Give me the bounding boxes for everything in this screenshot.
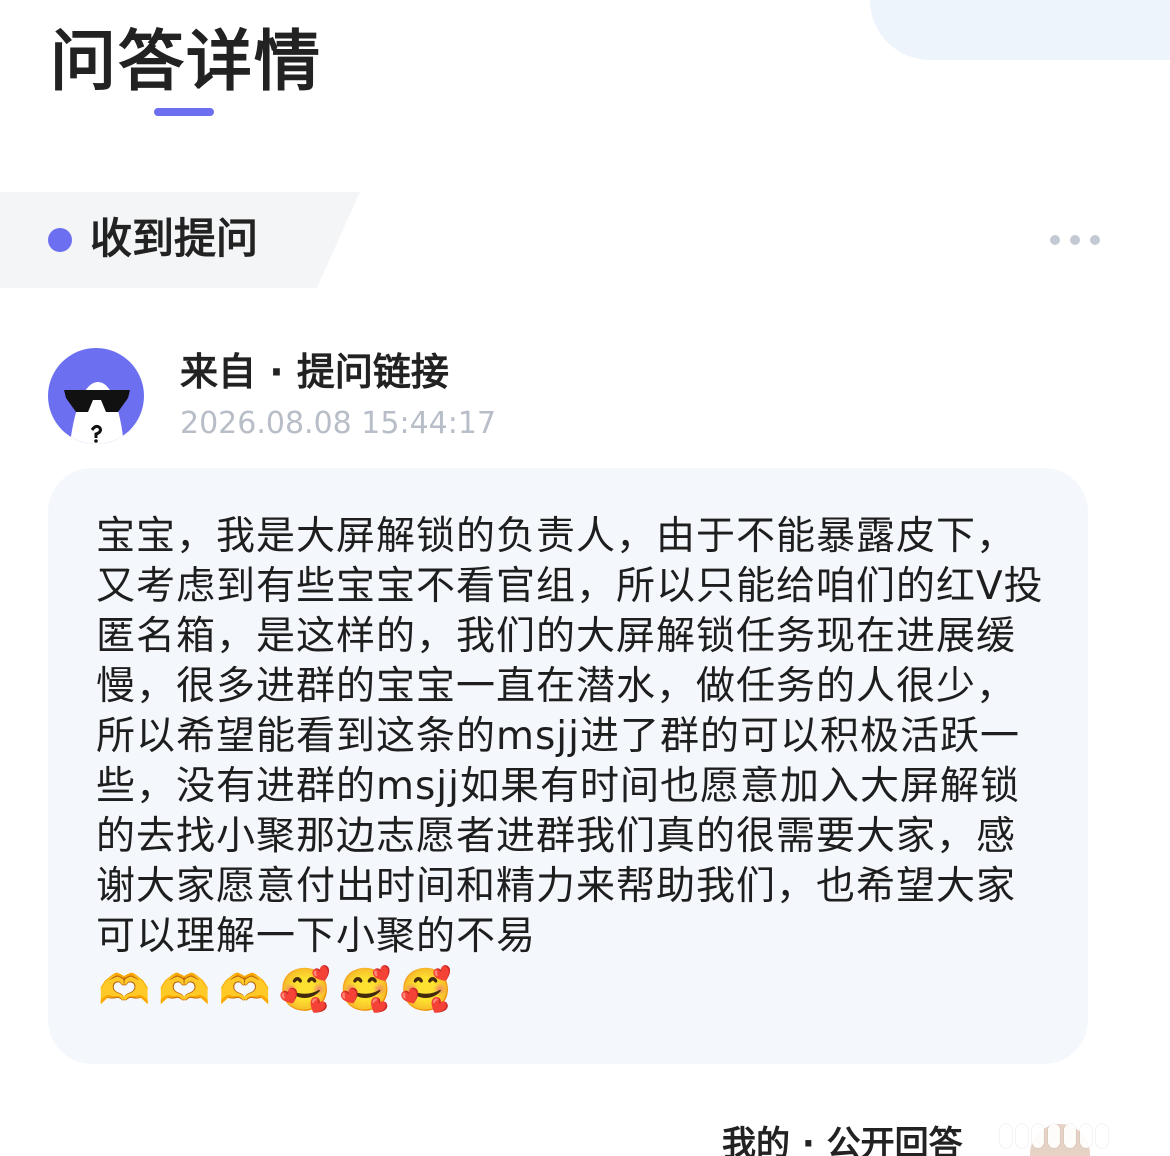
watermark-logo xyxy=(1000,1124,1108,1148)
section-dot-icon xyxy=(48,228,72,252)
emoji-row: 🫶 🫶 🫶 🥰 🥰 🥰 xyxy=(98,962,452,1018)
question-sender: 来自 · 提问链接 xyxy=(180,350,449,394)
question-content: 宝宝，我是大屏解锁的负责人，由于不能暴露皮下，又考虑到有些宝宝不看官组，所以只能… xyxy=(96,514,1044,959)
smiling-face-with-hearts-emoji: 🥰 xyxy=(339,965,392,1014)
heart-hands-emoji: 🫶 xyxy=(218,965,271,1014)
more-horizontal-icon-dot xyxy=(1090,235,1100,245)
avatar-illustration xyxy=(64,382,130,444)
title-underline xyxy=(154,108,214,116)
question-detail-page: 问答详情 收到提问 来自 · 提问链接 2026.08.08 15:44:17 … xyxy=(0,0,1170,1156)
question-timestamp: 2026.08.08 15:44:17 xyxy=(180,406,497,441)
more-options-button[interactable] xyxy=(1050,226,1100,254)
heart-hands-emoji: 🫶 xyxy=(158,965,211,1014)
more-horizontal-icon-dot xyxy=(1070,235,1080,245)
more-horizontal-icon xyxy=(1050,235,1060,245)
smiling-face-with-hearts-emoji: 🥰 xyxy=(399,965,452,1014)
smiling-face-with-hearts-emoji: 🥰 xyxy=(278,965,332,1014)
sunglasses-avatar-icon[interactable] xyxy=(48,348,144,444)
heart-hands-emoji: 🫶 xyxy=(98,965,151,1014)
section-title: 收到提问 xyxy=(90,214,259,263)
decorative-corner-shape xyxy=(870,0,1170,60)
answer-label: 我的 · 公开回答 xyxy=(722,1124,963,1156)
page-title: 问答详情 xyxy=(50,23,322,100)
